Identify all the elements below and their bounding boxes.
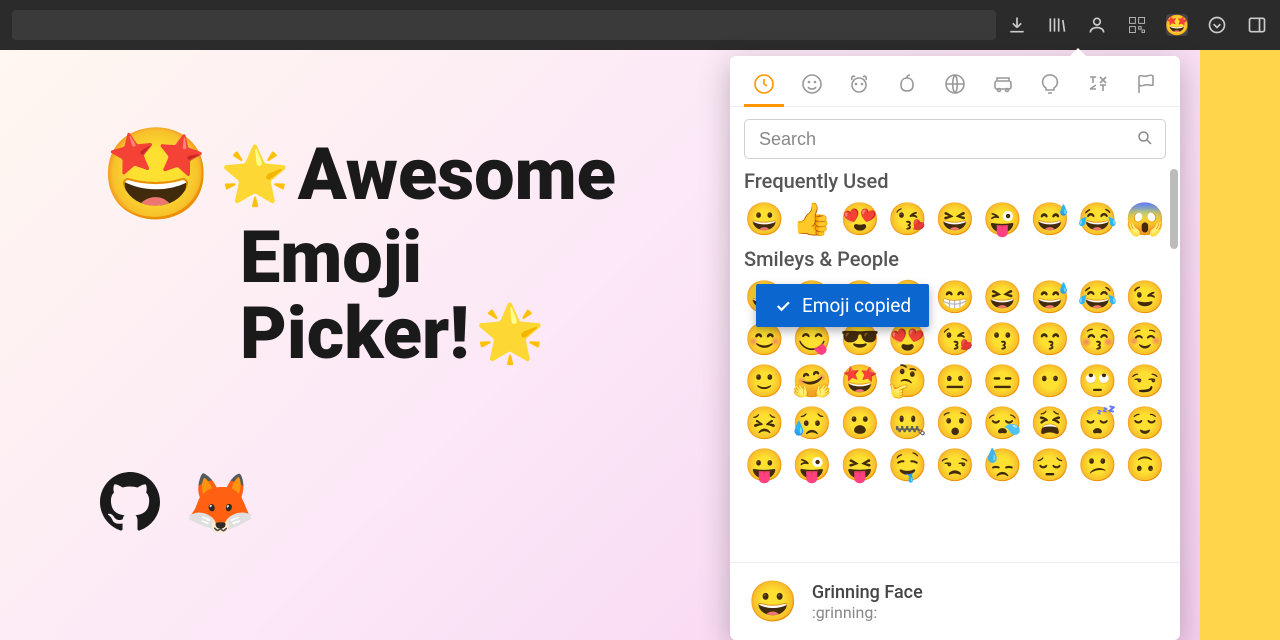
hero-text-2: Emoji bbox=[240, 220, 700, 296]
hero: 🤩 🌟 Awesome Emoji Picker! 🌟 bbox=[100, 130, 700, 371]
emoji-cell[interactable]: 😴 bbox=[1077, 405, 1119, 441]
emoji-cell[interactable]: 😏 bbox=[1124, 363, 1166, 399]
emoji-cell[interactable]: 😉 bbox=[1124, 279, 1166, 315]
category-food[interactable] bbox=[893, 70, 921, 98]
category-travel[interactable] bbox=[989, 70, 1017, 98]
emoji-cell[interactable]: 🤩 bbox=[839, 363, 881, 399]
emoji-cell[interactable]: 😘 bbox=[934, 321, 976, 357]
emoji-cell[interactable]: 🤐 bbox=[887, 405, 929, 441]
download-icon[interactable] bbox=[1006, 14, 1028, 36]
emoji-cell[interactable]: ☺️ bbox=[1124, 321, 1166, 357]
hero-star-struck-icon: 🤩 bbox=[100, 130, 212, 220]
section-frequently-used: Frequently Used bbox=[744, 169, 1166, 193]
emoji-cell[interactable]: 🤗 bbox=[792, 363, 834, 399]
category-smileys[interactable] bbox=[798, 70, 826, 98]
emoji-picker-panel: Frequently Used 😀👍😍😘😆😜😅😂😱 Smileys & Peop… bbox=[730, 56, 1180, 640]
hero-text-1: Awesome bbox=[298, 137, 616, 213]
emoji-cell[interactable]: 😥 bbox=[792, 405, 834, 441]
emoji-cell[interactable]: 😪 bbox=[982, 405, 1024, 441]
section-smileys-people: Smileys & People bbox=[744, 247, 1166, 271]
sidebar-icon[interactable] bbox=[1246, 14, 1268, 36]
emoji-cell[interactable]: 😱 bbox=[1124, 201, 1166, 237]
category-tabs bbox=[730, 56, 1180, 107]
emoji-cell[interactable]: 😛 bbox=[744, 447, 786, 483]
emoji-cell[interactable]: 😀 bbox=[744, 201, 786, 237]
emoji-cell[interactable]: 😕 bbox=[1077, 447, 1119, 483]
firefox-icon[interactable]: 🦊 bbox=[184, 470, 256, 538]
preview-name: Grinning Face bbox=[812, 582, 923, 603]
emoji-cell[interactable]: 🤤 bbox=[887, 447, 929, 483]
emoji-cell[interactable]: 😌 bbox=[1124, 405, 1166, 441]
emoji-extension-icon[interactable]: 🤩 bbox=[1166, 14, 1188, 36]
emoji-cell[interactable]: 😘 bbox=[887, 201, 929, 237]
emoji-cell[interactable]: 😅 bbox=[1029, 201, 1071, 237]
emoji-cell[interactable]: 😙 bbox=[1029, 321, 1071, 357]
emoji-cell[interactable]: 😐 bbox=[934, 363, 976, 399]
emoji-cell[interactable]: 😁 bbox=[934, 279, 976, 315]
copied-toast: Emoji copied bbox=[756, 284, 929, 327]
emoji-preview: 😀 Grinning Face :grinning: bbox=[730, 562, 1180, 640]
category-recent[interactable] bbox=[750, 70, 778, 98]
category-activity[interactable] bbox=[941, 70, 969, 98]
emoji-cell[interactable]: 😚 bbox=[1077, 321, 1119, 357]
emoji-cell[interactable]: 😒 bbox=[934, 447, 976, 483]
star-icon: 🌟 bbox=[220, 142, 290, 208]
emoji-cell[interactable]: 😣 bbox=[744, 405, 786, 441]
emoji-cell[interactable]: 😶 bbox=[1029, 363, 1071, 399]
hero-text-3: Picker! bbox=[240, 296, 469, 372]
emoji-cell[interactable]: 🙃 bbox=[1124, 447, 1166, 483]
pocket-icon[interactable] bbox=[1206, 14, 1228, 36]
toast-text: Emoji copied bbox=[802, 294, 911, 317]
emoji-cell[interactable]: 😮 bbox=[839, 405, 881, 441]
check-icon bbox=[774, 297, 792, 315]
emoji-cell[interactable]: 😆 bbox=[934, 201, 976, 237]
browser-toolbar: 🤩 bbox=[0, 0, 1280, 50]
category-flags[interactable] bbox=[1132, 70, 1160, 98]
preview-code: :grinning: bbox=[812, 603, 923, 622]
qr-icon[interactable] bbox=[1126, 14, 1148, 36]
search-icon bbox=[1136, 129, 1154, 151]
emoji-cell[interactable]: 😜 bbox=[792, 447, 834, 483]
library-icon[interactable] bbox=[1046, 14, 1068, 36]
emoji-cell[interactable]: 😜 bbox=[982, 201, 1024, 237]
emoji-cell[interactable]: 😫 bbox=[1029, 405, 1071, 441]
category-objects[interactable] bbox=[1036, 70, 1064, 98]
emoji-cell[interactable]: 😗 bbox=[982, 321, 1024, 357]
scrollbar[interactable] bbox=[1170, 169, 1178, 249]
emoji-cell[interactable]: 😍 bbox=[839, 201, 881, 237]
category-symbols[interactable] bbox=[1084, 70, 1112, 98]
star-icon: 🌟 bbox=[475, 304, 545, 363]
emoji-cell[interactable]: 🤔 bbox=[887, 363, 929, 399]
emoji-cell[interactable]: 😓 bbox=[982, 447, 1024, 483]
github-icon[interactable] bbox=[100, 472, 160, 536]
emoji-cell[interactable]: 👍 bbox=[792, 201, 834, 237]
emoji-cell[interactable]: 😆 bbox=[982, 279, 1024, 315]
emoji-cell[interactable]: 🙂 bbox=[744, 363, 786, 399]
url-bar[interactable] bbox=[12, 10, 996, 40]
emoji-cell[interactable]: 😑 bbox=[982, 363, 1024, 399]
account-icon[interactable] bbox=[1086, 14, 1108, 36]
emoji-cell[interactable]: 🙄 bbox=[1077, 363, 1119, 399]
preview-emoji-icon: 😀 bbox=[748, 578, 798, 625]
emoji-cell[interactable]: 😝 bbox=[839, 447, 881, 483]
emoji-cell[interactable]: 😂 bbox=[1077, 279, 1119, 315]
category-animals[interactable] bbox=[845, 70, 873, 98]
emoji-cell[interactable]: 😅 bbox=[1029, 279, 1071, 315]
emoji-cell[interactable]: 😯 bbox=[934, 405, 976, 441]
search-input[interactable] bbox=[744, 119, 1166, 159]
emoji-cell[interactable]: 😂 bbox=[1077, 201, 1119, 237]
emoji-cell[interactable]: 😔 bbox=[1029, 447, 1071, 483]
